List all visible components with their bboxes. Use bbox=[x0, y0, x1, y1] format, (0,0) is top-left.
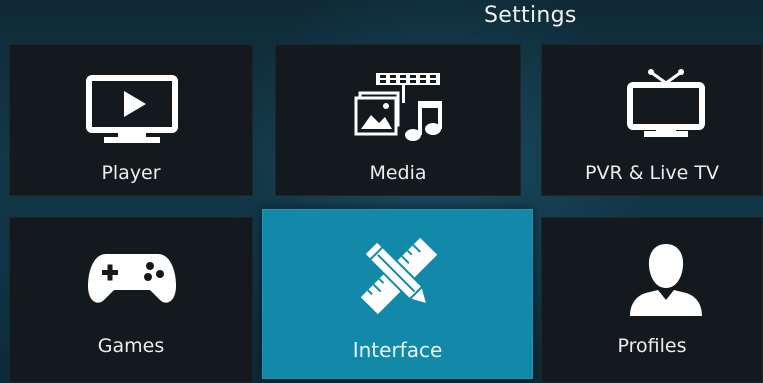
tile-interface[interactable]: Interface bbox=[262, 209, 533, 379]
gamepad-icon bbox=[88, 254, 176, 303]
tile-profiles[interactable]: Profiles bbox=[541, 217, 763, 383]
tile-profiles-label: Profiles bbox=[617, 335, 687, 357]
pencil-ruler-icon bbox=[360, 237, 438, 315]
tile-games[interactable]: Games bbox=[9, 217, 253, 383]
tile-games-label: Games bbox=[97, 335, 165, 357]
media-icon bbox=[354, 73, 442, 141]
tile-media[interactable]: Media bbox=[275, 44, 521, 196]
tv-play-icon bbox=[86, 75, 178, 143]
user-profile-icon bbox=[630, 244, 702, 316]
tile-player-label: Player bbox=[101, 162, 161, 184]
tile-interface-label: Interface bbox=[352, 338, 443, 362]
page-title: Settings bbox=[484, 3, 577, 28]
tile-pvr-live-tv-label: PVR & Live TV bbox=[585, 162, 719, 184]
tile-player[interactable]: Player bbox=[9, 44, 253, 196]
tv-antenna-icon bbox=[627, 69, 705, 137]
tile-media-label: Media bbox=[369, 162, 427, 184]
tile-pvr-live-tv[interactable]: PVR & Live TV bbox=[541, 44, 763, 196]
